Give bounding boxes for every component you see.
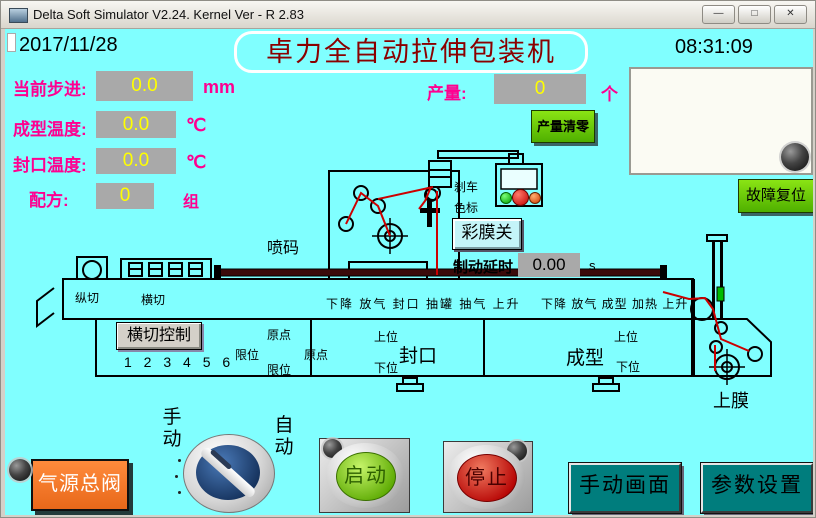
field-recipe-value[interactable]: 0 [96, 183, 154, 209]
limit-label-a: 限位 [235, 346, 259, 363]
field-step-unit: mm [203, 77, 235, 98]
form-station-label: 成型 [566, 343, 604, 370]
orange-indicator-light [529, 192, 541, 204]
field-step-label: 当前步进: [13, 75, 87, 100]
brake-delay-label: 制动延时 [453, 256, 513, 277]
color-mark-label: 色标 [454, 199, 478, 216]
red-indicator-light [512, 189, 529, 206]
field-seal-temp-label: 封口温度: [13, 151, 87, 176]
manual-screen-button[interactable]: 手动画面 [569, 463, 681, 513]
seal-lower-label: 下位 [374, 359, 398, 376]
date-display: 2017/11/28 [19, 34, 118, 57]
brake-delay-unit: s [589, 258, 596, 273]
field-seal-temp-unit: ℃ [186, 152, 206, 173]
field-form-temp-unit: ℃ [186, 115, 206, 136]
seal-sequence-label: 下降 放气 封口 抽罐 抽气 上升 [326, 295, 521, 312]
form-lower-label: 下位 [616, 358, 640, 375]
production-unit: 个 [601, 80, 618, 105]
app-icon [9, 8, 28, 23]
knob-ball-icon [781, 143, 809, 171]
minimize-button[interactable]: — [702, 5, 735, 24]
close-button[interactable]: ✕ [774, 5, 807, 24]
limit-label-b: 限位 [267, 361, 291, 378]
field-form-temp-value: 0.0 [96, 111, 176, 138]
brake-delay-value[interactable]: 0.00 [518, 253, 580, 277]
app-window: Delta Soft Simulator V2.24. Kernel Ver -… [0, 0, 816, 518]
air-valve-ball-icon [9, 459, 31, 481]
field-step-value: 0.0 [96, 71, 193, 101]
production-clear-button[interactable]: 产量清零 [531, 110, 595, 143]
time-display: 08:31:09 [675, 36, 753, 59]
fault-reset-button[interactable]: 故障复位 [738, 179, 813, 213]
inkjet-label: 喷码 [267, 234, 299, 258]
field-recipe-unit: 组 [183, 188, 199, 212]
screen-corner-tab [7, 33, 16, 52]
window-title: Delta Soft Simulator V2.24. Kernel Ver -… [33, 7, 304, 22]
seal-upper-label: 上位 [374, 328, 398, 345]
field-form-temp-label: 成型温度: [13, 115, 87, 140]
cross-cut-label: 横切 [141, 291, 165, 308]
machine-title: 卓力全自动拉伸包装机 [234, 31, 588, 73]
brake-label: 刹车 [454, 178, 478, 195]
auto-mode-label: 自动 [273, 415, 295, 459]
form-sequence-label: 下降 放气 成型 加热 上升 [541, 295, 688, 312]
parameter-settings-button[interactable]: 参数设置 [701, 463, 813, 513]
mode-selector-switch[interactable] [183, 434, 275, 513]
origin-label-a: 原点 [267, 326, 291, 343]
seal-station-label: 封口 [399, 341, 437, 368]
manual-mode-label: 手动 [161, 407, 183, 451]
field-recipe-label: 配方: [29, 186, 69, 211]
production-value: 0 [494, 74, 586, 104]
start-button[interactable]: 启动 [336, 452, 396, 501]
stop-button[interactable]: 停止 [457, 454, 517, 502]
form-upper-label: 上位 [614, 328, 638, 345]
field-seal-temp-value: 0.0 [96, 148, 176, 174]
film-toggle-button[interactable]: 彩膜关 [452, 218, 522, 250]
window-titlebar: Delta Soft Simulator V2.24. Kernel Ver -… [1, 1, 815, 29]
origin-label-b: 原点 [304, 346, 328, 363]
cross-cut-control-button[interactable]: 横切控制 [116, 322, 202, 350]
longitudinal-cut-label: 纵切 [75, 289, 99, 306]
production-label: 产量: [427, 79, 467, 104]
green-indicator-light [500, 192, 512, 204]
hmi-screen: 2017/11/28 卓力全自动拉伸包装机 08:31:09 当前步进: 0.0… [5, 29, 813, 515]
air-valve-button[interactable]: 气源总阀 [31, 459, 129, 511]
station-numbers-label: 1 2 3 4 5 6 [124, 354, 234, 370]
maximize-button[interactable]: □ [738, 5, 771, 24]
upper-film-label: 上膜 [713, 387, 749, 413]
